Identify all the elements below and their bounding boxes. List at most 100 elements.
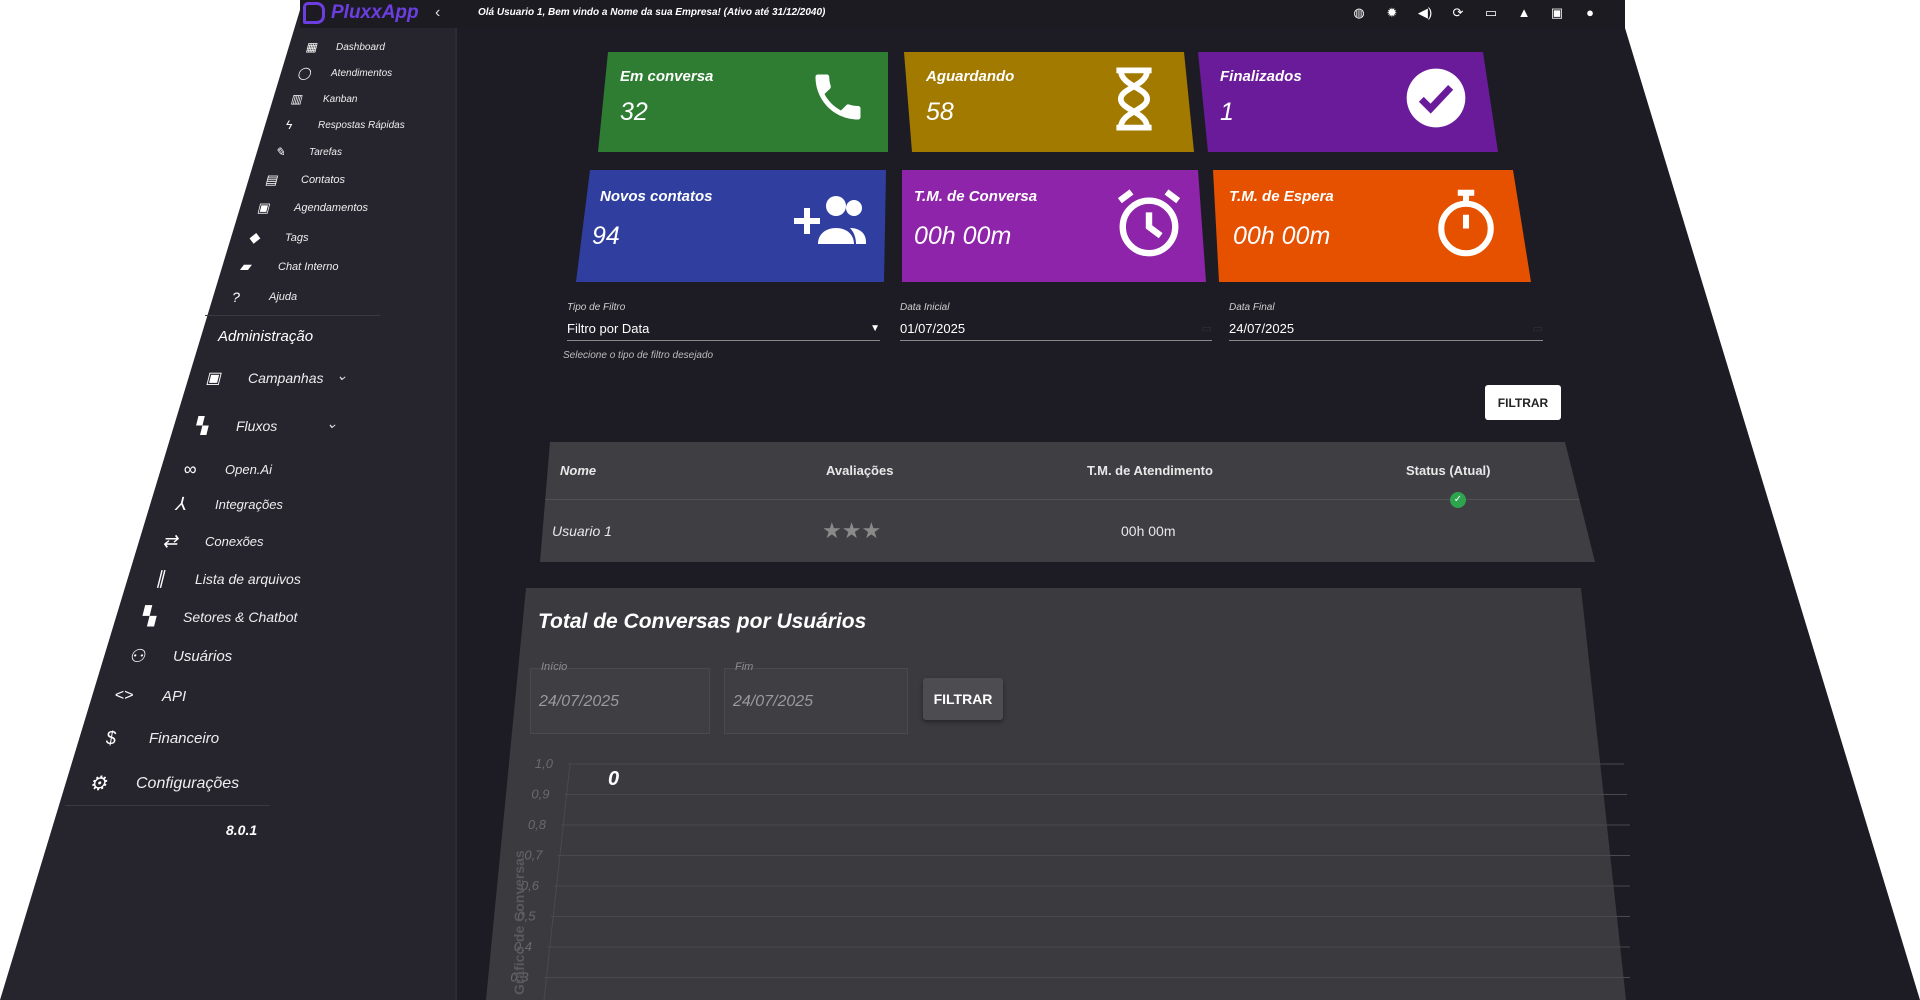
sidebar-item-financeiro[interactable]: $ Financeiro: [95, 728, 219, 749]
conversations-end-field[interactable]: Fim 24/07/2025: [724, 661, 908, 734]
card-value: 58: [926, 98, 954, 126]
sidebar-item-conexoes[interactable]: ⇄ Conexões: [155, 531, 264, 552]
contacts-icon: ▤: [264, 172, 278, 187]
header-status: Status (Atual): [1406, 463, 1491, 478]
y-tick-label: 0,7: [524, 848, 543, 863]
sidebar-item-label: Integrações: [215, 497, 283, 512]
sidebar-item-label: Conexões: [205, 534, 264, 549]
sidebar-item-kanban[interactable]: ▥ Kanban: [283, 92, 357, 106]
app-name: PluxxApp: [331, 2, 419, 23]
infinity-icon: ∞: [183, 459, 197, 479]
conversations-start-field[interactable]: Início 24/07/2025: [530, 661, 710, 734]
check-circle-icon: [1406, 68, 1466, 128]
card-title: T.M. de Espera: [1229, 188, 1334, 205]
sidebar-item-label: Open.Ai: [225, 462, 272, 477]
calendar-icon: ▣: [256, 200, 270, 215]
bar-data-label: 0: [608, 768, 619, 790]
conversations-end-label: Fim: [735, 661, 754, 673]
flow-icon: ▚: [194, 418, 208, 435]
start-date-field[interactable]: Data Inicial 01/07/2025 ▭: [900, 302, 1212, 341]
add-users-icon: [794, 196, 866, 244]
app-window: PluxxApp ‹ Olá Usuario 1, Bem vindo a No…: [0, 0, 1920, 1000]
volume-icon[interactable]: ◀): [1416, 4, 1434, 22]
whatsapp-icon: ◯: [297, 66, 311, 80]
sidebar-item-ajuda[interactable]: ? Ajuda: [223, 289, 297, 305]
app-logo[interactable]: PluxxApp: [303, 2, 419, 24]
divider: [205, 315, 380, 316]
hourglass-icon: [1116, 67, 1152, 131]
start-date-label: Data Inicial: [900, 302, 950, 313]
settings-icon[interactable]: ✹: [1383, 4, 1401, 22]
filter-type-helper: Selecione o tipo de filtro desejado: [563, 350, 714, 361]
kanban-icon: ▥: [290, 92, 302, 106]
sidebar-item-respostas-rapidas[interactable]: ϟ Respostas Rápidas: [276, 118, 405, 132]
card-title: T.M. de Conversa: [914, 188, 1038, 205]
sidebar-item-label: Respostas Rápidas: [318, 119, 405, 131]
card-value: 00h 00m: [1233, 222, 1331, 250]
sidebar-item-label: Tarefas: [309, 146, 342, 158]
sidebar-item-atendimentos[interactable]: ◯ Atendimentos: [291, 66, 392, 80]
cell-nome: Usuario 1: [552, 523, 612, 539]
sidebar-item-label: Lista de arquivos: [195, 570, 301, 587]
card-title: Finalizados: [1220, 68, 1302, 85]
welcome-message: Olá Usuario 1, Bem vindo a Nome da sua E…: [478, 7, 826, 18]
sidebar-item-tags[interactable]: ◆ Tags: [241, 229, 309, 246]
globe-icon[interactable]: ◍: [1350, 4, 1368, 22]
topbar-icons: ◍ ✹ ◀) ⟳ ▭ ▲ ▣ ●: [1350, 4, 1599, 22]
sidebar-item-openai[interactable]: ∞ Open.Ai: [175, 459, 272, 480]
sidebar-item-setores-chatbot[interactable]: ▚ Setores & Chatbot: [133, 606, 297, 627]
refresh-icon[interactable]: ⟳: [1449, 4, 1467, 22]
code-icon: <>: [114, 687, 134, 704]
sidebar-item-chat-interno[interactable]: ▰ Chat Interno: [232, 258, 339, 275]
sidebar-item-contatos[interactable]: ▤ Contatos: [258, 172, 345, 188]
y-tick-label: 0,9: [531, 787, 549, 802]
sidebar-divider: [455, 28, 457, 1000]
stopwatch-icon: [1438, 189, 1494, 257]
account-icon[interactable]: ●: [1581, 4, 1599, 22]
sidebar-item-integracoes[interactable]: ⅄ Integrações: [165, 494, 283, 515]
sidebar-item-tarefas[interactable]: ✎ Tarefas: [267, 145, 342, 159]
divider: [65, 805, 270, 806]
card-title: Em conversa: [620, 68, 714, 85]
pencil-icon: ✎: [274, 145, 286, 159]
sidebar-item-agendamentos[interactable]: ▣ Agendamentos: [250, 200, 368, 216]
y-tick-label: 1,0: [535, 756, 554, 771]
sidebar-item-configuracoes[interactable]: ⚙ Configurações: [82, 771, 239, 796]
y-tick-label: 0,8: [528, 817, 547, 832]
sidebar-item-label: Usuários: [173, 648, 233, 665]
bell-icon[interactable]: ▲: [1515, 4, 1533, 22]
sidebar-item-usuarios[interactable]: ⚇ Usuários: [121, 646, 232, 667]
end-date-field[interactable]: Data Final 24/07/2025 ▭: [1229, 302, 1543, 341]
sidebar-item-label: API: [162, 687, 187, 705]
table-row[interactable]: Usuario 1 ★★★ 00h 00m ✓: [540, 492, 1595, 562]
card-value: 00h 00m: [914, 222, 1012, 250]
calendar-icon[interactable]: ▭: [1202, 322, 1212, 335]
money-icon: $: [105, 728, 116, 748]
chat-icon[interactable]: ▣: [1548, 4, 1566, 22]
conversations-filter-button[interactable]: FILTRAR: [923, 678, 1003, 720]
sidebar-item-campanhas[interactable]: ▣ Campanhas ⌄: [198, 367, 347, 388]
calendar-icon[interactable]: ▭: [1533, 322, 1543, 335]
app-version: 8.0.1: [226, 822, 258, 838]
dropdown-arrow-icon: ▼: [870, 322, 880, 334]
sidebar-item-fluxos[interactable]: ▚ Fluxos ⌄: [186, 415, 338, 436]
sidebar-item-label: Ajuda: [269, 291, 298, 303]
sidebar-item-label: Financeiro: [149, 730, 220, 747]
filter-type-select[interactable]: Tipo de Filtro Filtro por Data ▼: [567, 302, 880, 341]
filter-button[interactable]: FILTRAR: [1485, 385, 1561, 420]
sidebar-item-api[interactable]: <> API: [108, 687, 187, 705]
collapse-sidebar-button[interactable]: ‹: [435, 4, 440, 22]
cell-tm: 00h 00m: [1121, 523, 1176, 539]
phone-icon: [815, 74, 861, 120]
sidebar-item-label: Configurações: [136, 774, 240, 792]
users-table: Nome Avaliações T.M. de Atendimento Stat…: [540, 442, 1595, 562]
sidebar-item-lista-arquivos[interactable]: ∥ Lista de arquivos: [145, 568, 301, 589]
help-icon: ?: [232, 289, 240, 305]
sidebar-item-dashboard[interactable]: ▦ Dashboard: [298, 40, 385, 54]
card-tm-conversa: T.M. de Conversa 00h 00m: [902, 170, 1206, 282]
message-icon[interactable]: ▭: [1482, 4, 1500, 22]
end-date-value: 24/07/2025: [1229, 320, 1295, 336]
card-tm-espera: T.M. de Espera 00h 00m: [1213, 170, 1531, 282]
header-avaliacoes: Avaliações: [826, 463, 894, 478]
sidebar-item-label: Atendimentos: [331, 67, 393, 79]
